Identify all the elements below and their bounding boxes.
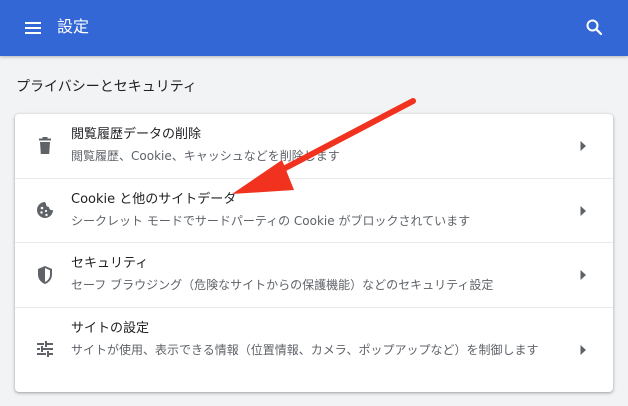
chevron-right-icon	[580, 270, 586, 280]
site-settings-row[interactable]: サイトの設定 サイトが使用、表示できる情報（位置情報、カメラ、ポップアップなど）…	[15, 307, 613, 392]
search-icon[interactable]	[585, 18, 603, 36]
chevron-right-icon	[580, 141, 586, 151]
chevron-right-icon	[580, 345, 586, 355]
cookies-row[interactable]: Cookie と他のサイトデータ シークレット モードでサードパーティの Coo…	[15, 178, 613, 243]
row-title: Cookie と他のサイトデータ	[71, 192, 237, 207]
trash-icon	[39, 137, 51, 154]
page-title: 設定	[57, 17, 90, 36]
clear-browsing-data-row[interactable]: 閲覧履歴データの削除 閲覧履歴、Cookie、キャッシュなどを削除します	[15, 114, 613, 178]
row-subtitle: 閲覧履歴、Cookie、キャッシュなどを削除します	[71, 149, 340, 163]
shield-icon	[38, 266, 52, 284]
sliders-icon	[37, 341, 53, 357]
row-subtitle: シークレット モードでサードパーティの Cookie がブロックされています	[71, 214, 471, 228]
section-title: プライバシーとセキュリティ	[16, 79, 197, 95]
row-title: セキュリティ	[71, 256, 149, 271]
privacy-settings-card: 閲覧履歴データの削除 閲覧履歴、Cookie、キャッシュなどを削除します Coo…	[15, 114, 613, 392]
security-row[interactable]: セキュリティ セーフ ブラウジング（危険なサイトからの保護機能）などのセキュリテ…	[15, 242, 613, 308]
hamburger-menu-icon[interactable]	[24, 19, 42, 37]
cookie-icon	[37, 202, 53, 218]
row-subtitle: セーフ ブラウジング（危険なサイトからの保護機能）などのセキュリティ設定	[71, 278, 494, 292]
app-header: 設定	[0, 0, 628, 56]
chevron-right-icon	[580, 206, 586, 216]
row-subtitle: サイトが使用、表示できる情報（位置情報、カメラ、ポップアップなど）を制御します	[71, 343, 539, 357]
row-title: サイトの設定	[71, 321, 150, 336]
row-title: 閲覧履歴データの削除	[71, 127, 202, 142]
